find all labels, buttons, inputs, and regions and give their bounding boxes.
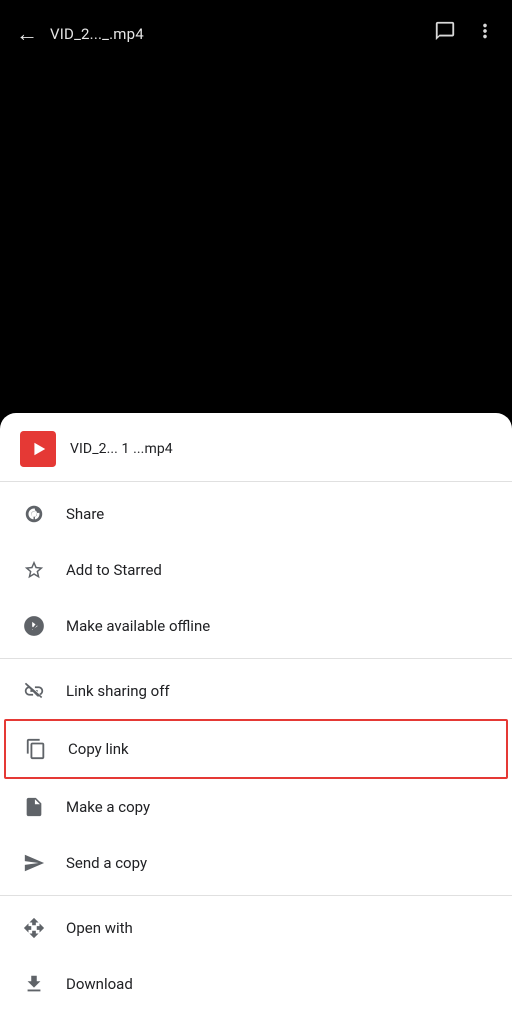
bottom-sheet: VID_2... 1 ...mp4 Share Add to Starred M… — [0, 413, 512, 1024]
make-copy-icon — [20, 793, 48, 821]
menu-item-offline[interactable]: Make available offline — [0, 598, 512, 654]
top-bar: ← VID_2..._.mp4 — [16, 12, 496, 47]
offline-label: Make available offline — [66, 617, 210, 635]
open-with-label: Open with — [66, 919, 133, 937]
offline-pin-icon — [20, 612, 48, 640]
share-label: Share — [66, 505, 104, 523]
menu-item-share[interactable]: Share — [0, 486, 512, 542]
menu-item-open-with[interactable]: Open with — [0, 900, 512, 956]
send-copy-icon — [20, 849, 48, 877]
menu-section-2: Link sharing off Copy link Make a copy S… — [0, 659, 512, 896]
link-off-icon — [20, 677, 48, 705]
back-button[interactable]: ← — [16, 21, 38, 47]
menu-item-copy-link[interactable]: Copy link — [4, 719, 508, 779]
share-icon — [20, 500, 48, 528]
menu-item-send-copy[interactable]: Send a copy — [0, 835, 512, 891]
star-icon — [20, 556, 48, 584]
download-label: Download — [66, 975, 133, 993]
menu-item-download[interactable]: Download — [0, 956, 512, 1012]
video-title: VID_2..._.mp4 — [50, 25, 434, 43]
copy-link-label: Copy link — [68, 740, 129, 758]
link-sharing-label: Link sharing off — [66, 682, 170, 700]
menu-item-make-copy[interactable]: Make a copy — [0, 779, 512, 835]
video-area: ← VID_2..._.mp4 — [0, 0, 512, 320]
send-copy-label: Send a copy — [66, 854, 147, 872]
open-with-icon — [20, 914, 48, 942]
file-video-icon — [20, 431, 56, 467]
menu-item-link-sharing[interactable]: Link sharing off — [0, 663, 512, 719]
file-name: VID_2... 1 ...mp4 — [70, 441, 173, 457]
file-header: VID_2... 1 ...mp4 — [0, 413, 512, 482]
menu-section-3: Open with Download — [0, 896, 512, 1016]
menu-item-add-starred[interactable]: Add to Starred — [0, 542, 512, 598]
more-options-icon[interactable] — [474, 20, 496, 47]
comment-icon[interactable] — [434, 20, 456, 47]
top-icons — [434, 20, 496, 47]
add-starred-label: Add to Starred — [66, 561, 162, 579]
copy-link-icon — [22, 735, 50, 763]
menu-section-1: Share Add to Starred Make available offl… — [0, 482, 512, 659]
make-copy-label: Make a copy — [66, 798, 150, 816]
download-icon — [20, 970, 48, 998]
